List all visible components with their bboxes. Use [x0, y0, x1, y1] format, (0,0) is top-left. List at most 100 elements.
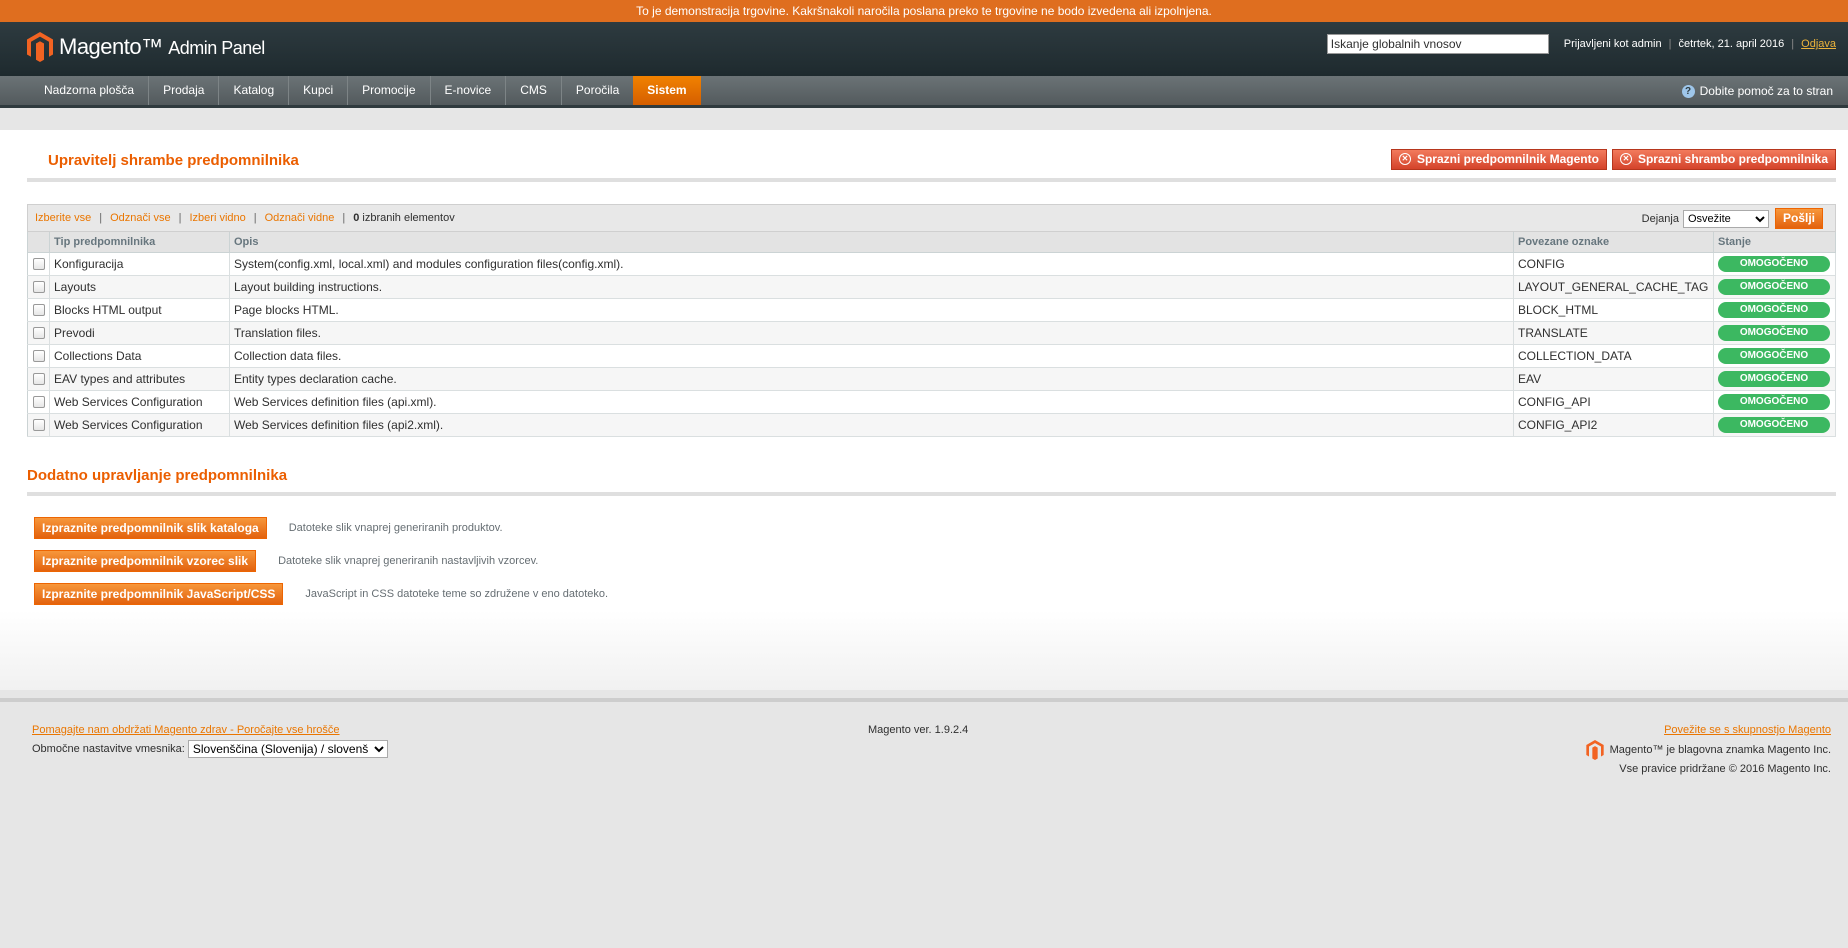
cache-description: Web Services definition files (api2.xml)… [229, 413, 1514, 437]
nav-item-dashboard[interactable]: Nadzorna plošča [30, 76, 148, 105]
row-checkbox[interactable] [32, 419, 45, 432]
row-checkbox[interactable] [32, 373, 45, 386]
table-row[interactable]: Konfiguracija System(config.xml, local.x… [27, 252, 1836, 276]
page-title: Upravitelj shrambe predpomnilnika [48, 152, 299, 169]
actions-label: Dejanja [1641, 212, 1679, 225]
cache-description: System(config.xml, local.xml) and module… [229, 252, 1514, 276]
nav-item-newsletter[interactable]: E-novice [429, 76, 506, 105]
status-badge: OMOGOČENO [1718, 301, 1830, 318]
cache-type: Collections Data [49, 344, 230, 368]
cache-tags: TRANSLATE [1513, 321, 1714, 345]
nav-item-reports[interactable]: Poročila [560, 76, 633, 105]
cache-tags: BLOCK_HTML [1513, 298, 1714, 322]
nav-item-catalog[interactable]: Katalog [218, 76, 288, 105]
table-row[interactable]: Prevodi Translation files. TRANSLATE OMO… [27, 321, 1836, 345]
nav-item-cms[interactable]: CMS [505, 76, 561, 105]
cache-description: Web Services definition files (api.xml). [229, 390, 1514, 414]
cache-type: EAV types and attributes [49, 367, 230, 391]
help-link[interactable]: ? Dobite pomoč za to stran [1681, 84, 1833, 98]
column-header-type[interactable]: Tip predpomnilnika [49, 232, 230, 253]
nav-item-sales[interactable]: Prodaja [148, 76, 218, 105]
logout-link[interactable]: Odjava [1801, 38, 1836, 50]
magento-logo-icon [1585, 740, 1604, 760]
status-badge: OMOGOČENO [1718, 393, 1830, 410]
table-row[interactable]: Layouts Layout building instructions. LA… [27, 275, 1836, 299]
row-checkbox[interactable] [32, 304, 45, 317]
footer: Pomagajte nam obdržati Magento zdrav - P… [0, 698, 1848, 948]
column-header-status[interactable]: Stanje [1713, 232, 1836, 253]
date-text: četrtek, 21. april 2016 [1678, 38, 1785, 50]
cache-tags: COLLECTION_DATA [1513, 344, 1714, 368]
demo-notice: To je demonstracija trgovine. Kakršnakol… [0, 0, 1848, 22]
action-description: JavaScript in CSS datoteke teme so združ… [305, 588, 609, 600]
flush-storage-label: Sprazni shrambo predpomnilnika [1637, 152, 1828, 166]
unselect-visible-link[interactable]: Odznači vidne [265, 212, 335, 224]
row-checkbox[interactable] [32, 281, 45, 294]
unselect-all-link[interactable]: Odznači vse [110, 212, 171, 224]
flush-magento-cache-button[interactable]: ✕ Sprazni predpomnilnik Magento [1390, 149, 1607, 170]
flush-js-css-button[interactable]: Izpraznite predpomnilnik JavaScript/CSS [34, 583, 284, 605]
list-item: Izpraznite predpomnilnik vzorec slik Dat… [34, 545, 1836, 578]
table-row[interactable]: Web Services Configuration Web Services … [27, 390, 1836, 414]
logged-in-text: Prijavljeni kot admin [1563, 38, 1662, 50]
header: Magento™ Admin Panel Prijavljeni kot adm… [0, 22, 1848, 76]
action-description: Datoteke slik vnaprej generiranih produk… [288, 522, 503, 534]
cache-type: Blocks HTML output [49, 298, 230, 322]
status-badge: OMOGOČENO [1718, 324, 1830, 341]
select-all-link[interactable]: Izberite vse [35, 212, 91, 224]
version-text: Magento ver. 1.9.2.4 [868, 724, 969, 736]
cache-description: Collection data files. [229, 344, 1514, 368]
flush-catalog-images-button[interactable]: Izpraznite predpomnilnik slik kataloga [34, 517, 267, 539]
main-content: Upravitelj shrambe predpomnilnika ✕ Spra… [0, 130, 1848, 690]
logo-text: Magento™ Admin Panel [59, 34, 265, 59]
cache-tags: EAV [1513, 367, 1714, 391]
additional-section-title: Dodatno upravljanje predpomnilnika [27, 467, 1836, 496]
logo[interactable]: Magento™ Admin Panel [27, 32, 265, 62]
column-header-checkbox [27, 232, 50, 253]
locale-select[interactable]: Slovenščina (Slovenija) / slovenš [187, 740, 388, 758]
status-badge: OMOGOČENO [1718, 347, 1830, 364]
cache-grid: Tip predpomnilnika Opis Povezane oznake … [27, 232, 1836, 437]
status-badge: OMOGOČENO [1718, 416, 1830, 433]
select-visible-link[interactable]: Izberi vidno [190, 212, 246, 224]
magento-logo-icon [27, 32, 53, 62]
nav-item-customers[interactable]: Kupci [288, 76, 347, 105]
separator: | [1668, 38, 1672, 50]
cache-tags: LAYOUT_GENERAL_CACHE_TAG [1513, 275, 1714, 299]
row-checkbox[interactable] [32, 327, 45, 340]
row-checkbox[interactable] [32, 350, 45, 363]
massaction-bar: Izberite vse | Odznači vse | Izberi vidn… [27, 204, 1836, 232]
list-item: Izpraznite predpomnilnik JavaScript/CSS … [34, 578, 1836, 611]
cache-type: Web Services Configuration [49, 390, 230, 414]
submit-button[interactable]: Pošlji [1774, 208, 1823, 229]
separator: | [342, 212, 346, 224]
flush-cache-storage-button[interactable]: ✕ Sprazni shrambo predpomnilnika [1611, 149, 1836, 170]
nav-item-promotions[interactable]: Promocije [347, 76, 429, 105]
flush-swatch-images-button[interactable]: Izpraznite predpomnilnik vzorec slik [34, 550, 257, 572]
cache-type: Web Services Configuration [49, 413, 230, 437]
list-item: Izpraznite predpomnilnik slik kataloga D… [34, 512, 1836, 545]
column-header-description[interactable]: Opis [229, 232, 1514, 253]
action-description: Datoteke slik vnaprej generiranih nastav… [278, 555, 539, 567]
table-row[interactable]: Collections Data Collection data files. … [27, 344, 1836, 368]
locale-label: Območne nastavitve vmesnika: [32, 743, 185, 755]
table-row[interactable]: Web Services Configuration Web Services … [27, 413, 1836, 437]
cache-description: Layout building instructions. [229, 275, 1514, 299]
table-row[interactable]: Blocks HTML output Page blocks HTML. BLO… [27, 298, 1836, 322]
cache-type: Prevodi [49, 321, 230, 345]
cache-tags: CONFIG_API2 [1513, 413, 1714, 437]
delete-icon: ✕ [1619, 153, 1632, 165]
column-header-tags[interactable]: Povezane oznake [1513, 232, 1714, 253]
row-checkbox[interactable] [32, 258, 45, 271]
row-checkbox[interactable] [32, 396, 45, 409]
actions-select[interactable]: Osvežite [1682, 209, 1769, 228]
cache-description: Page blocks HTML. [229, 298, 1514, 322]
report-bugs-link[interactable]: Pomagajte nam obdržati Magento zdrav - P… [32, 724, 340, 736]
cache-tags: CONFIG_API [1513, 390, 1714, 414]
community-link[interactable]: Povežite se s skupnostjo Magento [1664, 724, 1831, 736]
table-row[interactable]: EAV types and attributes Entity types de… [27, 367, 1836, 391]
global-search-input[interactable] [1326, 34, 1549, 54]
grid-header-row: Tip predpomnilnika Opis Povezane oznake … [27, 232, 1836, 253]
nav-item-system[interactable]: Sistem [633, 76, 701, 105]
separator: | [178, 212, 182, 224]
